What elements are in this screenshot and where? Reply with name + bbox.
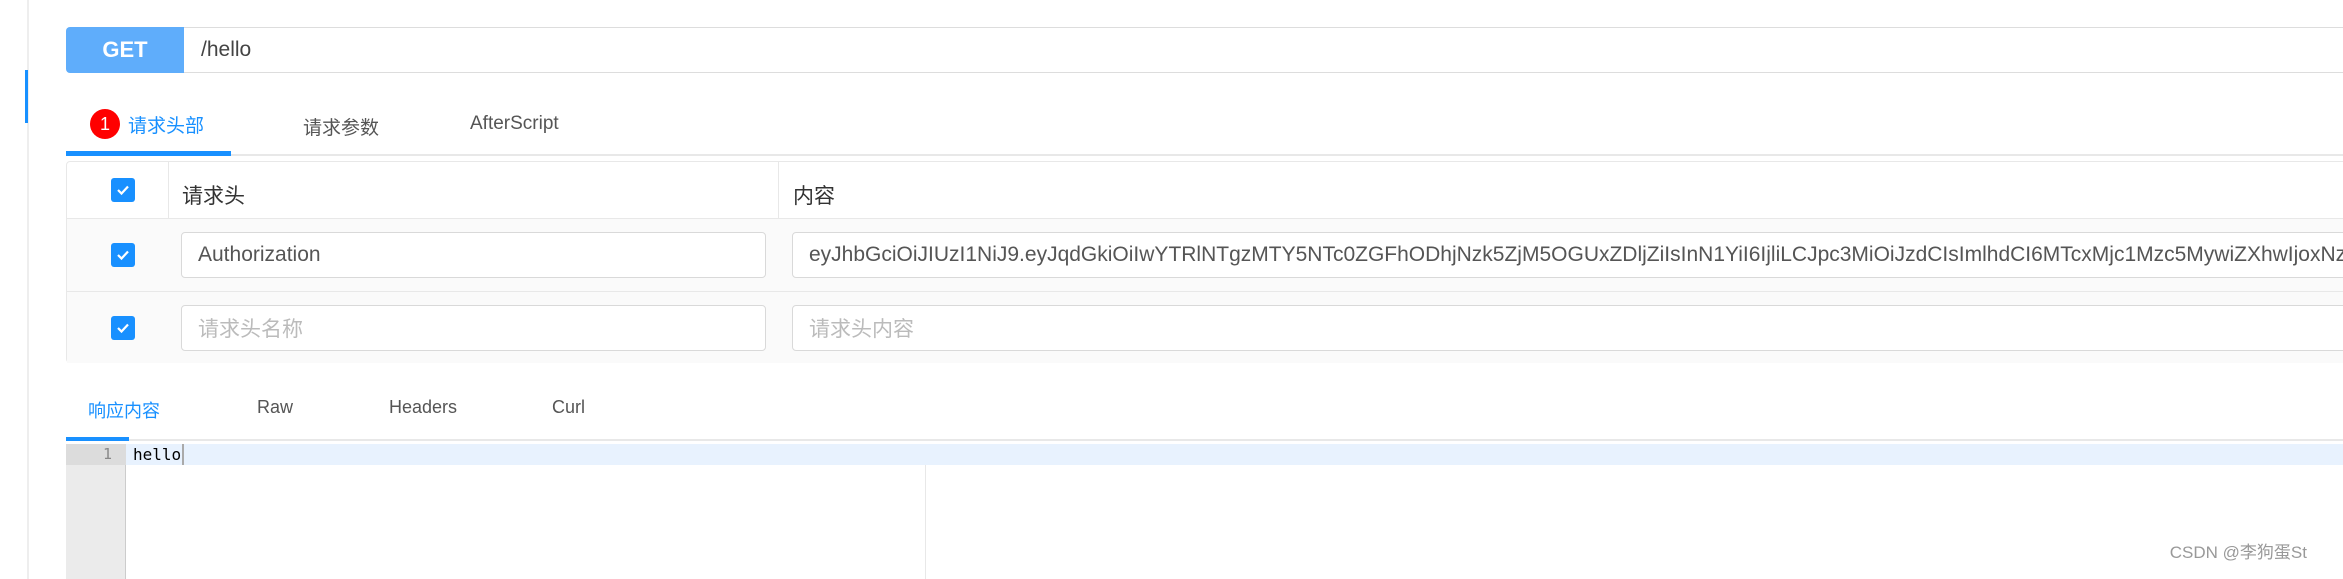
header-name-input[interactable]: 请求头名称 (181, 305, 766, 351)
active-tab-indicator (66, 151, 231, 156)
column-header-name: 请求头 (182, 185, 245, 208)
check-icon (117, 250, 129, 261)
count-badge: 1 (90, 109, 120, 139)
row-checkbox[interactable] (111, 316, 135, 340)
header-value-input[interactable]: 请求头内容 (792, 305, 2343, 351)
active-tab-indicator (66, 437, 129, 441)
header-name-input[interactable]: Authorization (181, 232, 766, 278)
code-line: hello (133, 444, 185, 465)
tab-bar-divider (66, 154, 2343, 156)
tab-label: Raw (257, 397, 294, 417)
watermark: CSDN @李狗蛋St (2169, 543, 2307, 562)
url-input[interactable]: /hello (184, 27, 2343, 73)
tab-bar-divider (66, 439, 2343, 441)
column-header-value: 内容 (793, 185, 835, 208)
tab-label: AfterScript (470, 113, 559, 134)
header-value-input[interactable]: eyJhbGciOiJIUzI1NiJ9.eyJqdGkiOiIwYTRlNTg… (792, 232, 2343, 278)
tab-label: 请求参数 (303, 118, 380, 139)
tab-label: 请求头部 (128, 115, 205, 137)
method-select[interactable]: GET (66, 27, 184, 73)
tab-afterscript[interactable]: AfterScript (470, 113, 559, 135)
tab-label: Headers (389, 397, 458, 417)
tab-label: 响应内容 (88, 401, 160, 421)
check-icon (117, 323, 129, 334)
tab-curl[interactable]: Curl (552, 397, 585, 418)
tab-raw[interactable]: Raw (257, 397, 293, 418)
check-icon (117, 185, 129, 196)
tab-request-params[interactable]: 请求参数 (303, 113, 379, 140)
sidebar-active-indicator (25, 70, 28, 123)
active-line-highlight (126, 444, 2343, 465)
tab-request-headers[interactable]: 1 请求头部 (90, 109, 204, 139)
table-row: 请求头名称 请求头内容 (67, 291, 2343, 363)
row-checkbox[interactable] (111, 243, 135, 267)
tab-headers[interactable]: Headers (389, 397, 457, 418)
response-editor[interactable]: 1 hello (66, 444, 2343, 579)
table-row: Authorization eyJhbGciOiJIUzI1NiJ9.eyJqd… (67, 218, 2343, 291)
select-all-checkbox[interactable] (111, 178, 135, 202)
tab-label: Curl (552, 397, 586, 417)
print-margin (925, 465, 926, 579)
tab-response-content[interactable]: 响应内容 (88, 397, 160, 423)
line-number: 1 (66, 444, 126, 465)
headers-table: 请求头 内容 Authorization eyJhbGciOiJIUzI1NiJ… (66, 161, 2343, 363)
